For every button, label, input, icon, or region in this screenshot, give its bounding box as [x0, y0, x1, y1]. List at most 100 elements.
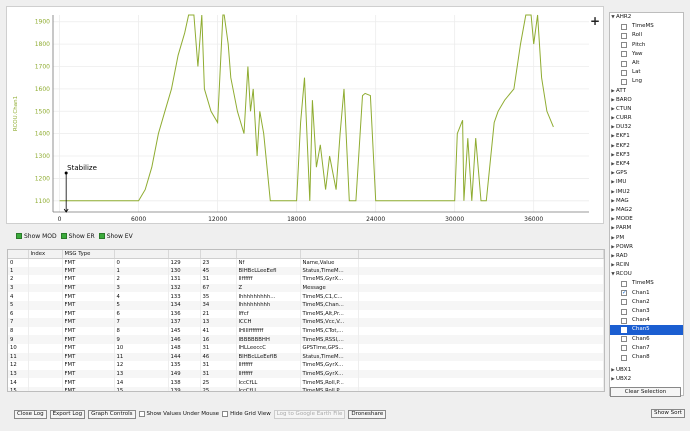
tree-item-timems[interactable]: TimeMS	[610, 279, 683, 288]
table-row[interactable]: 14 FMT 14 138 25 IccCfLL TimeMS,Roll,P...	[8, 378, 604, 387]
message-tree[interactable]: ▼ AHR2 TimeMS Roll Pitch Yaw Alt Lat Lng ▶ ATT ▶ BAR…	[609, 12, 684, 396]
tree-item-parm[interactable]: ▶ PARM	[610, 224, 683, 233]
tree-item-ubx2[interactable]: ▶ UBX2	[610, 375, 683, 384]
tree-checkbox[interactable]	[621, 60, 627, 67]
graph-check-show-er[interactable]: Show ER	[60, 233, 95, 240]
tree-item-chan5[interactable]: Chan5	[610, 325, 683, 335]
tree-checkbox[interactable]	[621, 281, 627, 288]
tree-item-lat[interactable]: Lat	[610, 68, 683, 77]
table-row[interactable]: 5 FMT 5 134 34 Ihhhhhhhhh TimeMS,Chan...	[8, 300, 604, 310]
log-table-panel[interactable]: Index MSG Type 0 FMT 0 129 23 Nf Name,Value 1 FMT…	[7, 249, 605, 392]
tree-item-imu[interactable]: ▶ IMU	[610, 178, 683, 187]
tree-item-att[interactable]: ▶ ATT	[610, 87, 683, 96]
table-row[interactable]: 6 FMT 6 136 21 Iffcf TimeMS,Alt,Pr...	[8, 309, 604, 319]
table-row[interactable]: 1 FMT 1 130 45 BIHBcLLeeEefI Status,TimeM...	[8, 266, 604, 276]
table-row[interactable]: 3 FMT 3 132 67 Z Message	[8, 283, 604, 293]
table-row[interactable]: 7 FMT 7 137 13 ICCH TimeMS,Vcc,V...	[8, 318, 604, 327]
checkbox-box[interactable]	[60, 233, 67, 239]
tree-item-imu2[interactable]: ▶ IMU2	[610, 188, 683, 197]
tree-item-ekf1[interactable]: ▶ EKF1	[610, 132, 683, 141]
tree-checkbox[interactable]	[621, 354, 627, 361]
checkbox-box[interactable]	[16, 233, 22, 239]
tree-item-pitch[interactable]: Pitch	[610, 41, 683, 50]
table-row[interactable]: 8 FMT 8 145 41 IHIIIffffffff TimeMS,CTot,...	[8, 326, 604, 336]
google-earth-button[interactable]: Log to Google Earth File	[273, 409, 346, 419]
tree-item-chan8[interactable]: Chan8	[610, 353, 683, 362]
tree-checkbox[interactable]	[621, 51, 627, 58]
tree-item-yaw[interactable]: Yaw	[610, 50, 683, 59]
droneshare-button[interactable]: Droneshare	[348, 409, 387, 419]
tree-item-mode[interactable]: ▶ MODE	[610, 215, 683, 224]
column-header[interactable]	[300, 250, 359, 259]
tree-checkbox[interactable]	[621, 345, 627, 352]
tree-item-mag2[interactable]: ▶ MAG2	[610, 206, 683, 215]
tree-item-lng[interactable]: Lng	[610, 77, 683, 86]
tree-item-rcou[interactable]: ▼ RCOU	[610, 270, 683, 279]
graph-check-show-ev[interactable]: Show EV	[98, 233, 133, 240]
table-row[interactable]: 2 FMT 2 131 31 IIffffff TimeMS,GyrX...	[8, 275, 604, 284]
column-header[interactable]	[168, 250, 201, 259]
tree-checkbox[interactable]	[621, 78, 627, 85]
table-row[interactable]: 12 FMT 12 135 31 IIffffff TimeMS,GyrX...	[8, 361, 604, 370]
table-row[interactable]: 11 FMT 11 144 46 BIHBcLLeEefIB Status,TimeM...	[8, 352, 604, 362]
tree-item-rad[interactable]: ▶ RAD	[610, 252, 683, 261]
graph-check-show-mod[interactable]: Show MOD	[16, 233, 57, 240]
tree-item-ahr2[interactable]: ▼ AHR2	[610, 13, 683, 22]
table-row[interactable]: 9 FMT 9 146 16 IBBBBBBHH TimeMS,RSSI,...	[8, 335, 604, 344]
tree-item-chan1[interactable]: Chan1	[610, 288, 683, 298]
table-row[interactable]: 13 FMT 13 149 31 IIffffff TimeMS,GyrX...	[8, 369, 604, 379]
column-header[interactable]: Index	[28, 250, 63, 259]
close-log-button[interactable]: Close Log	[14, 409, 47, 419]
tree-item-chan4[interactable]: Chan4	[610, 316, 683, 325]
tree-item-curr[interactable]: ▶ CURR	[610, 114, 683, 123]
table-row[interactable]: 4 FMT 4 133 35 Ihhhhhhhhh... TimeMS,C1,C...	[8, 292, 604, 301]
tree-checkbox[interactable]	[621, 326, 627, 333]
tree-item-timems[interactable]: TimeMS	[610, 22, 683, 31]
tree-item-rcin[interactable]: ▶ RCIN	[610, 261, 683, 270]
column-header[interactable]: MSG Type	[62, 250, 115, 259]
tree-item-powr[interactable]: ▶ POWR	[610, 243, 683, 252]
table-row[interactable]: 15 FMT 15 139 25 IccCfLL TimeMS,Roll,P...	[8, 386, 604, 391]
tree-item-roll[interactable]: Roll	[610, 31, 683, 40]
tree-item-ctun[interactable]: ▶ CTUN	[610, 105, 683, 114]
zoom-plus-button[interactable]: +	[590, 14, 600, 28]
tree-item-chan2[interactable]: Chan2	[610, 298, 683, 307]
table-row[interactable]: 10 FMT 10 148 31 IHLLeeccC GPSTime,GPS...	[8, 343, 604, 353]
tree-item-ekf3[interactable]: ▶ EKF3	[610, 151, 683, 160]
graph-controls-button[interactable]: Graph Controls	[88, 409, 136, 419]
column-header[interactable]	[358, 250, 604, 259]
table-row[interactable]: 0 FMT 0 129 23 Nf Name,Value	[8, 258, 604, 267]
tree-item-alt[interactable]: Alt	[610, 59, 683, 68]
clear-selection-button[interactable]: Clear Selection	[610, 387, 681, 397]
checkbox-box[interactable]	[98, 233, 105, 239]
tree-item-pm[interactable]: ▶ PM	[610, 234, 683, 243]
tree-checkbox[interactable]	[621, 32, 627, 39]
tree-item-chan6[interactable]: Chan6	[610, 335, 683, 344]
hide-grid-checkbox[interactable]: Hide Grid View	[222, 411, 271, 417]
tree-item-ubx1[interactable]: ▶ UBX1	[610, 366, 683, 375]
export-log-button[interactable]: Export Log	[49, 409, 86, 419]
column-header[interactable]	[8, 250, 29, 259]
tree-checkbox[interactable]	[621, 288, 627, 297]
tree-item-baro[interactable]: ▶ BARO	[610, 96, 683, 105]
checkbox-box[interactable]	[138, 411, 145, 417]
tree-checkbox[interactable]	[621, 23, 627, 30]
tree-checkbox[interactable]	[621, 69, 627, 76]
tree-checkbox[interactable]	[621, 336, 627, 343]
tree-item-ekf2[interactable]: ▶ EKF2	[610, 142, 683, 151]
tree-item-du32[interactable]: ▶ DU32	[610, 123, 683, 132]
tree-item-chan3[interactable]: Chan3	[610, 307, 683, 316]
column-header[interactable]	[114, 250, 169, 259]
tree-item-ekf4[interactable]: ▶ EKF4	[610, 160, 683, 169]
tree-item-gps[interactable]: ▶ GPS	[610, 169, 683, 178]
tree-item-chan7[interactable]: Chan7	[610, 344, 683, 353]
checkbox-box[interactable]	[222, 411, 229, 417]
line-chart[interactable]: 1100 1200 1300 1400 1500 1600 1700 1800 1900 0 600…	[7, 7, 605, 225]
graph-panel[interactable]: 1100 1200 1300 1400 1500 1600 1700 1800 1900 0 600…	[6, 6, 604, 224]
show-sort-button[interactable]: Show Sort	[651, 409, 685, 418]
column-header[interactable]	[200, 250, 237, 259]
tree-checkbox[interactable]	[621, 308, 627, 315]
tree-checkbox[interactable]	[621, 317, 627, 324]
tree-item-mag[interactable]: ▶ MAG	[610, 197, 683, 206]
column-header[interactable]	[236, 250, 301, 259]
